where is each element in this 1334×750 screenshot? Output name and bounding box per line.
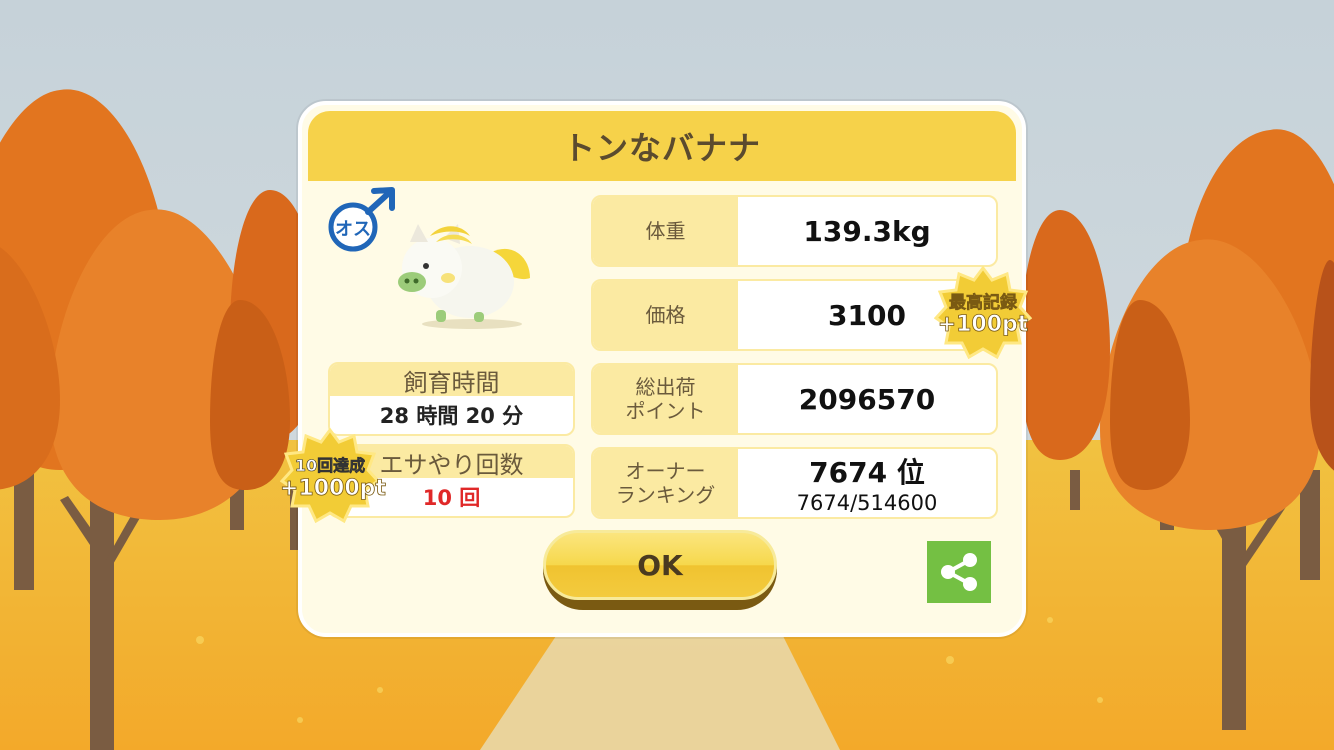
rearing-time-box: 飼育時間 28 時間 20 分 — [328, 362, 575, 436]
ok-button-label: OK — [543, 530, 777, 600]
dialog-title: トンなバナナ — [308, 111, 1016, 181]
achievement-points: +1000pt — [280, 476, 387, 502]
price-value: 3100 — [828, 298, 906, 332]
rearing-time-label: 飼育時間 — [330, 364, 573, 397]
best-record-badge: 最高記録 +100pt — [933, 265, 1033, 360]
share-button[interactable] — [927, 541, 991, 603]
total-points-value: 2096570 — [798, 382, 936, 416]
best-record-points: +100pt — [937, 312, 1029, 338]
weight-row: 体重 139.3kg — [591, 195, 998, 267]
total-points-label: 総出荷 ポイント — [593, 365, 738, 433]
male-gender-icon: オス — [328, 187, 395, 252]
owner-ranking-label: オーナー ランキング — [593, 449, 738, 517]
gender-label: オス — [335, 219, 371, 240]
owner-ranking-value: 7674 位 — [809, 456, 925, 489]
best-record-title: 最高記録 — [949, 293, 1018, 314]
owner-ranking-detail: 7674/514600 — [796, 491, 938, 515]
weight-value: 139.3kg — [803, 214, 931, 248]
total-points-row: 総出荷 ポイント 2096570 — [591, 363, 998, 435]
banana-pig-image — [398, 224, 530, 329]
share-icon — [941, 553, 977, 591]
achievement-title: 10回達成 — [294, 456, 366, 476]
achievement-badge: 10回達成 +1000pt — [280, 427, 387, 524]
ok-button[interactable]: OK — [543, 530, 777, 610]
price-label: 価格 — [593, 281, 738, 349]
owner-ranking-row: オーナー ランキング 7674 位 7674/514600 — [591, 447, 998, 519]
weight-label: 体重 — [593, 197, 738, 265]
